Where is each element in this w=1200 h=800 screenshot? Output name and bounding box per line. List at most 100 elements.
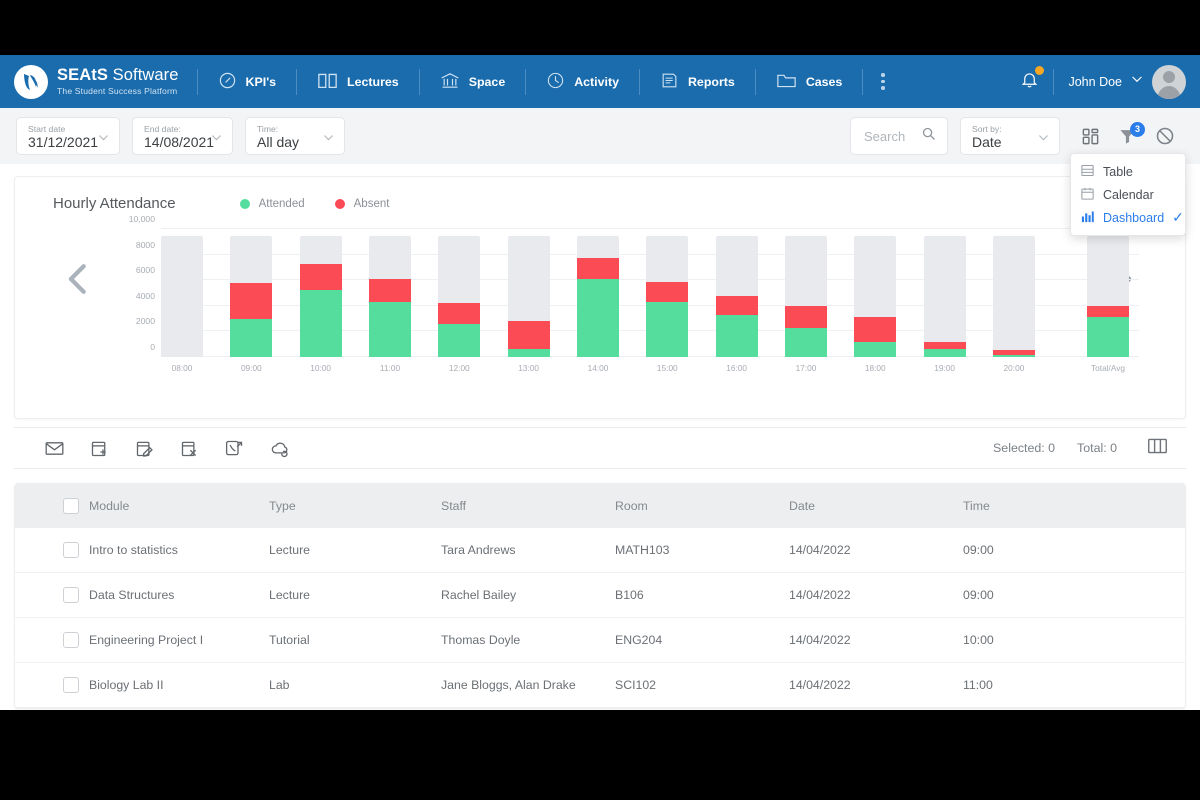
calendar-edit-icon[interactable] [122,438,167,459]
nav-item-activity[interactable]: Activity [526,55,639,108]
view-switcher-button[interactable] [1072,127,1109,146]
column-header-staff[interactable]: Staff [441,499,615,513]
bar-segment-absent [923,341,966,350]
attendance-chart-card: Hourly Attendance Attended Absent 0 2000… [14,176,1186,419]
select-all-checkbox[interactable] [63,498,79,514]
bar-segment-absent [784,305,827,328]
nav-item-space[interactable]: Space [420,55,526,108]
chart-bar-1500[interactable]: 15:00 [646,229,689,373]
brand-logo-area[interactable]: SEAtS Software The Student Success Platf… [8,64,197,99]
cell-staff: Thomas Doyle [441,633,521,647]
y-tick-label: 0 [150,342,155,352]
filter-funnel-button[interactable]: 3 [1109,121,1146,146]
time-filter-select[interactable]: Time: All day [245,117,345,155]
table-row[interactable]: Engineering Project I Tutorial Thomas Doyl… [15,618,1185,663]
cloud-sync-icon[interactable] [257,438,303,459]
nav-item-cases[interactable]: Cases [756,55,863,108]
search-box[interactable] [850,117,948,155]
chart-bar-2000[interactable]: 20:00 [992,229,1035,373]
legend-swatch-absent [334,198,345,209]
chart-bar-total-avg[interactable]: Total/Avg [1087,229,1129,373]
chart-bar-1300[interactable]: 13:00 [507,229,550,373]
column-header-type[interactable]: Type [269,499,441,513]
call-forward-icon[interactable] [212,438,257,459]
row-checkbox[interactable] [63,542,79,558]
notifications-bell-icon[interactable] [1012,65,1053,94]
nav-item-reports[interactable]: Reports [640,55,755,108]
brand-tagline: The Student Success Platform [57,85,178,96]
chart-bar-1400[interactable]: 14:00 [576,229,619,373]
filter-count-badge: 3 [1130,121,1145,137]
chart-plot-area: 0 2000 4000 6000 8000 10,000 08:00 09:00 10:00 1… [15,214,1185,389]
notification-dot [1035,65,1045,75]
calendar-delete-icon[interactable] [167,438,212,459]
legend-swatch-attended [239,198,250,209]
chart-bar-1600[interactable]: 16:00 [715,229,758,373]
chart-bar-0800[interactable]: 08:00 [161,229,203,373]
bar-segment-attended [992,354,1035,357]
filter-toolbar: Start date 31/12/2021 End date: 14/08/20… [0,108,1200,277]
bar-segment-attended [715,314,758,357]
more-options-icon[interactable] [863,73,903,90]
column-header-module[interactable]: Module [89,499,269,513]
cell-module: Intro to statistics [89,543,178,557]
cell-module: Biology Lab II [89,678,164,692]
legend-item-attended[interactable]: Attended [239,197,305,210]
end-date-picker[interactable]: End date: 14/08/2021 [132,117,233,155]
lectures-table: Module Type Staff Room Date Time Intro t… [14,483,1186,709]
nav-label-kpis: KPI's [245,74,277,89]
table-row[interactable]: Intro to statistics Lecture Tara Andrews MA… [15,528,1185,573]
y-tick-label: 2000 [135,316,155,327]
cell-date: 14/04/2022 [789,678,851,692]
filter-right-tools: Sort by: Date 3 [850,117,1184,155]
chart-bar-1200[interactable]: 12:00 [438,229,481,373]
chevron-down-icon[interactable] [1130,72,1144,91]
application-window: SEAtS Software The Student Success Platf… [0,55,1200,710]
chart-bar-1700[interactable]: 17:00 [784,229,827,373]
column-header-date[interactable]: Date [789,499,963,513]
table-body: Intro to statistics Lecture Tara Andrews MA… [15,528,1185,708]
calendar-add-icon[interactable] [77,438,122,459]
chevron-down-icon [97,131,110,149]
view-option-dashboard[interactable]: Dashboard ✓ [1071,206,1185,229]
clear-filters-button[interactable] [1146,126,1184,146]
chart-legend: Attended Absent [239,197,389,210]
chart-bar-0900[interactable]: 09:00 [230,229,273,373]
table-row[interactable]: Biology Lab II Lab Jane Bloggs, Alan Drake… [15,663,1185,708]
x-tick-label: 20:00 [1003,363,1025,373]
x-tick-label: Total/Avg [1091,363,1125,373]
user-name-label[interactable]: John Doe [1054,75,1130,89]
chart-bar-1900[interactable]: 19:00 [923,229,966,373]
view-option-calendar[interactable]: Calendar [1071,183,1185,206]
bar-capacity-background [923,236,966,357]
search-input[interactable] [862,127,915,145]
column-header-time[interactable]: Time [963,499,1083,513]
row-checkbox[interactable] [63,587,79,603]
columns-icon[interactable] [1139,437,1168,460]
avatar[interactable] [1152,64,1186,99]
legend-label-attended: Attended [258,197,305,210]
chart-bar-1100[interactable]: 11:00 [368,229,411,373]
row-checkbox[interactable] [63,677,79,693]
search-icon[interactable] [915,126,936,146]
table-header-row: Module Type Staff Room Date Time [15,484,1185,528]
legend-item-absent[interactable]: Absent [334,198,389,210]
column-header-room[interactable]: Room [615,499,789,513]
email-icon[interactable] [32,438,77,459]
start-date-picker[interactable]: Start date 31/12/2021 [16,117,120,155]
chart-prev-arrow-icon[interactable] [61,259,95,304]
bar-segment-absent [576,258,619,279]
sort-by-select[interactable]: Sort by: Date [960,117,1060,155]
table-row[interactable]: Data Structures Lecture Rachel Bailey B106 1… [15,573,1185,618]
bar-segment-attended [923,349,966,357]
view-option-table[interactable]: Table [1071,160,1185,183]
cell-date: 14/04/2022 [789,633,851,647]
cell-time: 09:00 [963,588,994,602]
nav-item-kpis[interactable]: KPI's [198,55,297,108]
nav-label-reports: Reports [687,74,735,89]
chart-bar-1000[interactable]: 10:00 [299,229,342,373]
bar-segment-attended [299,290,342,357]
row-checkbox[interactable] [63,632,79,648]
chart-bar-1800[interactable]: 18:00 [854,229,897,373]
nav-item-lectures[interactable]: Lectures [297,55,419,108]
